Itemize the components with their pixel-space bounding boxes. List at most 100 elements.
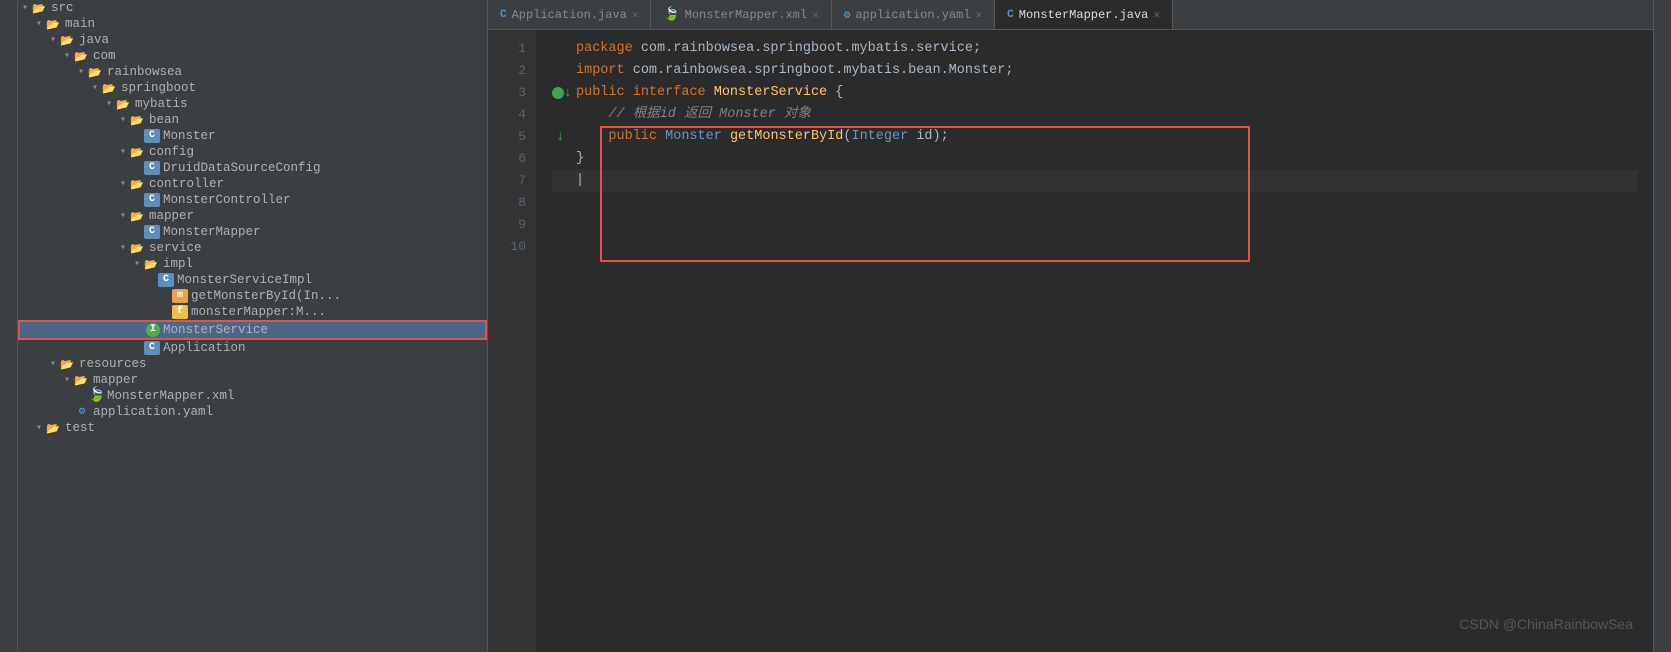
folder-arrow	[60, 50, 74, 62]
tree-item-main[interactable]: main	[18, 16, 487, 32]
gutter-8: ↓	[552, 126, 574, 148]
keyword-import: import	[576, 60, 633, 82]
java-f-icon: f	[172, 305, 188, 319]
java-tab-icon: C	[1007, 9, 1014, 21]
tree-item-springboot[interactable]: springboot	[18, 80, 487, 96]
tree-item-com[interactable]: com	[18, 48, 487, 64]
folder-icon	[60, 34, 76, 46]
folder-arrow	[102, 98, 116, 110]
tree-label: Application	[163, 341, 246, 355]
folder-icon	[130, 178, 146, 190]
java-c-icon: C	[144, 193, 160, 207]
structure-sidebar[interactable]	[0, 0, 18, 652]
code-line-1: package com.rainbowsea.springboot.mybati…	[552, 38, 1637, 60]
java-i-icon: I	[146, 323, 160, 337]
folder-arrow	[116, 178, 130, 190]
tree-label: impl	[163, 257, 193, 271]
line-number-2: 2	[488, 60, 526, 82]
kw-interface: interface	[633, 82, 714, 104]
tree-label: mybatis	[135, 97, 188, 111]
keyword-package: package	[576, 38, 641, 60]
tree-item-DruidDataSourceConfig[interactable]: CDruidDataSourceConfig	[18, 160, 487, 176]
param-name: id);	[916, 126, 948, 148]
tree-item-mybatis[interactable]: mybatis	[18, 96, 487, 112]
tree-item-MonsterService[interactable]: IMonsterService	[18, 320, 487, 340]
tab-close-button[interactable]: ✕	[1153, 8, 1160, 22]
tree-label: MonsterController	[163, 193, 291, 207]
tree-label: service	[149, 241, 202, 255]
green-circle-icon	[552, 87, 564, 99]
tab-label: Application.java	[512, 8, 627, 22]
tree-item-MonsterMapper[interactable]: CMonsterMapper	[18, 224, 487, 240]
tree-item-application-yaml[interactable]: ⚙application.yaml	[18, 404, 487, 420]
tree-item-monsterMapper[interactable]: fmonsterMapper:M...	[18, 304, 487, 320]
tree-label: MonsterMapper.xml	[107, 389, 235, 403]
tree-label: rainbowsea	[107, 65, 182, 79]
folder-icon	[74, 374, 90, 386]
tree-label: main	[65, 17, 95, 31]
folder-icon	[130, 242, 146, 254]
tree-item-rainbowsea[interactable]: rainbowsea	[18, 64, 487, 80]
tab-MonsterMapper-xml[interactable]: 🍃MonsterMapper.xml✕	[651, 0, 831, 29]
tree-label: mapper	[149, 209, 194, 223]
type-monster: Monster	[665, 126, 730, 148]
folder-icon	[88, 66, 104, 78]
editor-content[interactable]: 12345678910 package com.rainbowsea.sprin…	[488, 30, 1653, 652]
down-arrow-icon: ↓	[564, 82, 572, 104]
tree-item-resources[interactable]: resources	[18, 356, 487, 372]
tree-item-java[interactable]: java	[18, 32, 487, 48]
tree-item-mapper-res[interactable]: mapper	[18, 372, 487, 388]
tree-item-service[interactable]: service	[18, 240, 487, 256]
folder-icon	[130, 210, 146, 222]
tree-item-Application[interactable]: CApplication	[18, 340, 487, 356]
tab-close-button[interactable]: ✕	[812, 8, 819, 22]
folder-icon	[74, 50, 90, 62]
folder-arrow	[32, 18, 46, 30]
tree-item-src[interactable]: src	[18, 0, 487, 16]
folder-arrow	[74, 66, 88, 78]
tab-Application-java[interactable]: CApplication.java✕	[488, 0, 651, 29]
folder-arrow	[130, 258, 144, 270]
tree-item-MonsterMapperXml[interactable]: 🍃MonsterMapper.xml	[18, 388, 487, 404]
file-tree: srcmainjavacomrainbowseaspringbootmybati…	[18, 0, 488, 652]
folder-arrow	[46, 34, 60, 46]
tab-close-button[interactable]: ✕	[632, 8, 639, 22]
tree-item-test[interactable]: test	[18, 420, 487, 436]
line-number-4: 4	[488, 104, 526, 126]
tab-close-button[interactable]: ✕	[976, 8, 983, 22]
tree-item-impl[interactable]: impl	[18, 256, 487, 272]
package-name: com.rainbowsea.springboot.mybatis.servic…	[641, 38, 981, 60]
folder-icon	[116, 98, 132, 110]
tab-MonsterMapper-java[interactable]: CMonsterMapper.java✕	[995, 0, 1173, 29]
tree-item-MonsterServiceImpl[interactable]: CMonsterServiceImpl	[18, 272, 487, 288]
brace-close: }	[576, 148, 584, 170]
java-c-icon: C	[144, 161, 160, 175]
param-type: Integer	[851, 126, 916, 148]
folder-arrow	[32, 422, 46, 434]
tree-label: Monster	[163, 129, 216, 143]
editor-area: CApplication.java✕🍃MonsterMapper.xml✕⚙ap…	[488, 0, 1653, 652]
tree-item-MonsterController[interactable]: CMonsterController	[18, 192, 487, 208]
folder-arrow	[46, 358, 60, 370]
tree-item-controller[interactable]: controller	[18, 176, 487, 192]
tree-item-config[interactable]: config	[18, 144, 487, 160]
java-c-icon: C	[158, 273, 174, 287]
code-area[interactable]: package com.rainbowsea.springboot.mybati…	[536, 30, 1653, 652]
line-number-8: 8	[488, 192, 526, 214]
code-line-7: // 根据id 返回 Monster 对象	[552, 104, 1637, 126]
tree-item-getMonsterById[interactable]: mgetMonsterById(In...	[18, 288, 487, 304]
line-number-7: 7	[488, 170, 526, 192]
tree-item-mapper[interactable]: mapper	[18, 208, 487, 224]
watermark: CSDN @ChinaRainbowSea	[1459, 616, 1633, 632]
down-arrow-icon: ↓	[556, 126, 564, 148]
folder-arrow	[116, 242, 130, 254]
java-c-icon: C	[144, 225, 160, 239]
folder-icon	[60, 358, 76, 370]
tree-item-bean[interactable]: bean	[18, 112, 487, 128]
folder-icon	[130, 114, 146, 126]
line-number-1: 1	[488, 38, 526, 60]
line-number-5: 5	[488, 126, 526, 148]
tab-application-yaml[interactable]: ⚙application.yaml✕	[832, 0, 995, 29]
tree-item-Monster[interactable]: CMonster	[18, 128, 487, 144]
xml-icon: 🍃	[88, 389, 104, 403]
